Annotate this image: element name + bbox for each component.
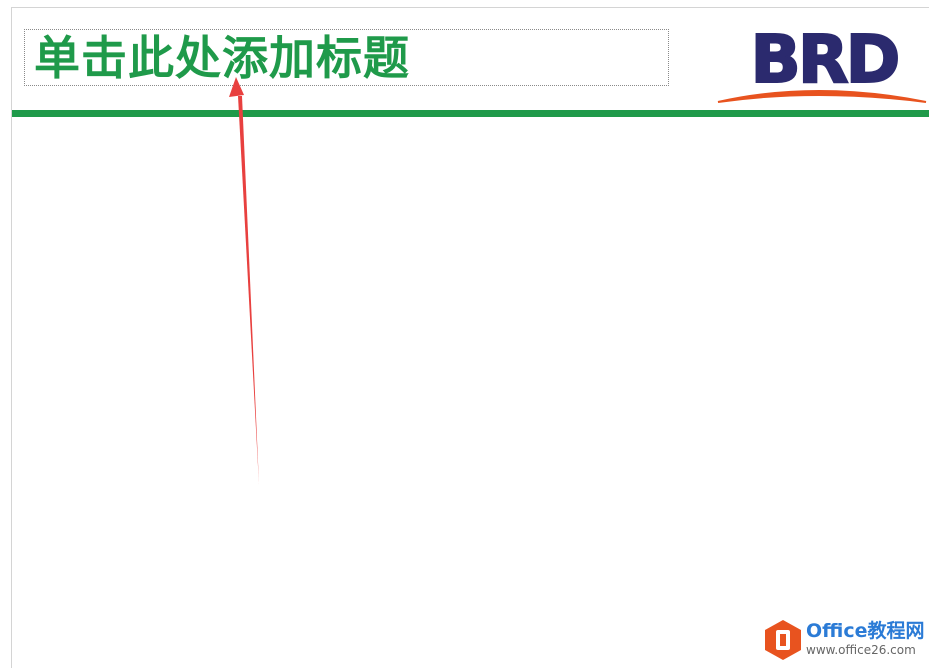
- logo-text: BRD: [751, 22, 898, 98]
- site-watermark: Office教程网 www.office26.com: [760, 616, 928, 664]
- title-divider-rule: [12, 110, 929, 117]
- watermark-url: www.office26.com: [806, 643, 916, 657]
- title-placeholder-text[interactable]: 单击此处添加标题: [34, 32, 410, 84]
- title-placeholder[interactable]: 单击此处添加标题: [24, 29, 669, 86]
- slide-editor-canvas: 单击此处添加标题 BRD Office教程网 www.office26.com: [0, 0, 929, 668]
- slide[interactable]: 单击此处添加标题 BRD: [11, 7, 929, 668]
- brd-logo: BRD: [717, 22, 927, 103]
- office-logo-icon: [765, 620, 801, 660]
- watermark-name: Office教程网: [806, 620, 925, 642]
